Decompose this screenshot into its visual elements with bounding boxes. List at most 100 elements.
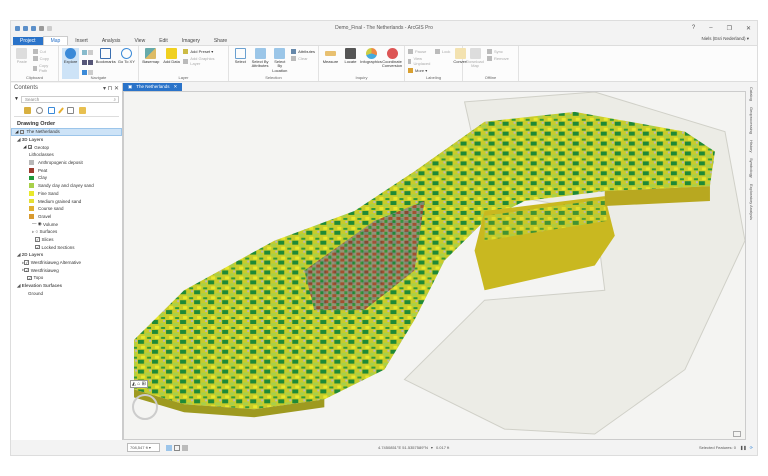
tab-share[interactable]: Share	[207, 37, 234, 45]
cut-button[interactable]: Cut	[32, 49, 55, 54]
pause-drawing-icon[interactable]: ❚❚	[740, 445, 747, 450]
remove-button[interactable]: Remove	[487, 56, 509, 61]
pane-controls[interactable]: ▾ ⊓ ✕	[103, 85, 119, 92]
sync-button[interactable]: Sync	[487, 49, 509, 54]
slices-label: Slices	[41, 236, 54, 242]
more-button[interactable]: More ▾	[408, 68, 432, 73]
navigator-toggle[interactable]: ◭ ⌂ ⊞	[130, 380, 148, 388]
layer-checkbox[interactable]: ✓	[24, 260, 29, 265]
pause-button[interactable]: Pause	[408, 49, 432, 54]
lock-button[interactable]: Lock	[434, 49, 450, 54]
tab-project[interactable]: Project	[13, 37, 43, 45]
attributes-button[interactable]: Attributes	[291, 49, 315, 54]
add-graphics-layer-button[interactable]: Add Graphics Layer	[183, 56, 225, 66]
slices-option[interactable]: ✓ Slices	[11, 236, 122, 244]
tab-imagery[interactable]: Imagery	[175, 37, 207, 45]
side-tab-exploratory-analysis[interactable]: Exploratory Analysis	[749, 184, 754, 220]
layer-group: Basemap Add Data Add Preset ▾ Add Graphic…	[139, 46, 229, 81]
clear-button[interactable]: Clear	[291, 56, 315, 61]
view-unplaced-button[interactable]: View Unplaced	[408, 56, 432, 66]
help-button[interactable]: ?	[692, 25, 695, 32]
layer-westfrisiaweg[interactable]: ▹ ✓ Westfrisiaweg	[11, 266, 122, 274]
title-bar: Demo_Final - The Netherlands - ArcGIS Pr…	[11, 21, 757, 35]
slices-checkbox[interactable]: ✓	[35, 237, 40, 242]
side-tab-geoprocessing[interactable]: Geoprocessing	[749, 107, 754, 134]
close-button[interactable]: ✕	[746, 25, 751, 32]
full-extent-icon[interactable]	[82, 50, 88, 55]
scale-select[interactable]: 708,547 ft ▾	[127, 443, 160, 452]
scale-value: 708,547 ft	[130, 445, 148, 450]
locked-checkbox[interactable]: ✓	[35, 244, 40, 250]
geotop-checkbox[interactable]: ✓	[27, 144, 33, 150]
coordinates-readout: 4.7450851°E 51.5357589°N	[378, 445, 428, 450]
tab-view[interactable]: View	[127, 37, 152, 45]
volume-option[interactable]: — ◉ Volume	[11, 220, 122, 228]
restore-button[interactable]: ❐	[727, 25, 732, 32]
layer-westfrisiaweg-alt[interactable]: ▹ ✓ Westfrisiaweg Alternative	[11, 259, 122, 267]
tab-edit[interactable]: Edit	[152, 37, 175, 45]
copy-path-button[interactable]: Copy Path	[32, 63, 55, 73]
coordinate-format-dropdown[interactable]: ▾	[431, 445, 433, 450]
add-preset-button[interactable]: Add Preset ▾	[183, 49, 225, 54]
copy-button[interactable]: Copy	[32, 56, 55, 61]
surfaces-option[interactable]: ▹ ○ Surfaces	[11, 228, 122, 236]
refresh-icon[interactable]: ⟳	[750, 445, 753, 450]
geotop-layer[interactable]: ◢ ✓ Geotop	[11, 143, 122, 151]
editing-icon[interactable]	[57, 107, 65, 114]
snapping-icon[interactable]	[67, 107, 74, 114]
user-account[interactable]: Niels (Esri Nederland) ▾	[701, 36, 749, 42]
legend-label: Anthropogenic deposit	[38, 160, 83, 166]
grid-toggle-icon[interactable]	[174, 444, 180, 451]
ground-surface[interactable]: Ground	[11, 289, 122, 297]
search-placeholder: Search	[25, 97, 40, 102]
tab-insert[interactable]: Insert	[68, 37, 95, 45]
selection-icon[interactable]	[48, 107, 55, 114]
fixed-zoom-icon[interactable]	[88, 50, 94, 55]
layers-2d-group[interactable]: ◢ 2D Layers	[11, 251, 122, 259]
snapping-toggle-icon[interactable]	[166, 444, 172, 451]
zoom-grid-icon[interactable]	[82, 60, 88, 65]
side-tab-history[interactable]: History	[749, 140, 754, 152]
scene-3d[interactable]	[124, 92, 745, 439]
table-toggle-icon[interactable]	[182, 444, 188, 451]
layer-checkbox[interactable]: ✓	[24, 267, 29, 273]
locked-sections-option[interactable]: ✓ Locked Sections	[11, 243, 122, 251]
labeling-icon[interactable]	[79, 107, 86, 114]
offline-label: Offline	[484, 75, 497, 80]
legend-swatch	[29, 183, 34, 188]
map-view[interactable]: ◭ ⌂ ⊞	[123, 91, 746, 440]
paste-label: Paste	[16, 59, 27, 64]
drawing-order-icon[interactable]	[24, 107, 31, 114]
side-tab-symbology[interactable]: Symbology	[749, 158, 754, 178]
data-source-icon[interactable]	[36, 107, 43, 114]
download-label: Download Map	[466, 59, 484, 69]
layers-3d-group[interactable]: ◢ 3D Layers	[11, 136, 122, 144]
legend: Anthropogenic deposit Peat Clay Sandy clay …	[11, 159, 122, 221]
tab-analysis[interactable]: Analysis	[95, 37, 128, 45]
navigator-compass[interactable]	[132, 394, 158, 420]
legend-label: Peat	[38, 167, 48, 173]
tab-map[interactable]: Map	[42, 36, 69, 45]
legend-swatch	[29, 160, 34, 165]
layer-topo[interactable]: ✓ Topo	[11, 274, 122, 282]
side-tab-catalog[interactable]: Catalog	[749, 87, 754, 101]
geotop-label: Geotop	[34, 144, 49, 150]
close-tab-icon[interactable]: ✕	[174, 84, 178, 90]
minimize-button[interactable]: –	[709, 25, 712, 32]
scene-options-icon[interactable]	[733, 431, 741, 437]
map-item[interactable]: ◢ The Netherlands	[11, 128, 122, 136]
search-input[interactable]: Search ⌕	[21, 96, 119, 103]
legend-swatch	[29, 168, 34, 173]
layer-checkbox[interactable]: ✓	[27, 275, 32, 281]
locate-label: Locate	[344, 59, 357, 64]
filter-icon[interactable]: ▼	[14, 96, 19, 102]
elevation-surfaces-group[interactable]: ◢ Elevation Surfaces	[11, 282, 122, 290]
legend-item: Course sand	[11, 205, 122, 213]
inquiry-group: Measure Locate Infographics Coordinate C…	[319, 46, 405, 81]
map-tab-label: The Netherlands	[136, 84, 170, 89]
map-view-tab[interactable]: ▣ The Netherlands ✕	[123, 83, 183, 91]
legend-swatch	[29, 175, 34, 181]
surfaces-label: Surfaces	[39, 229, 58, 235]
inquiry-label: Inquiry	[355, 75, 368, 80]
zoom-grid2-icon[interactable]	[88, 60, 94, 65]
